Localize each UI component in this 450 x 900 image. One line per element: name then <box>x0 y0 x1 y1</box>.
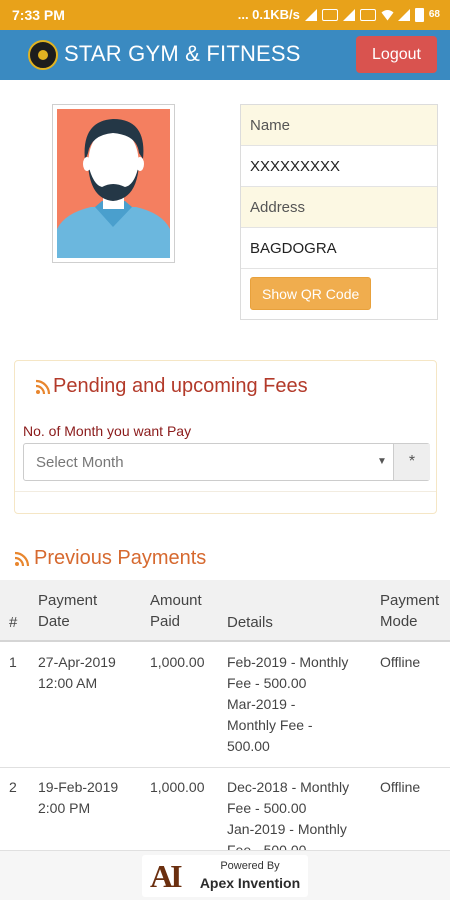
name-value: XXXXXXXXX <box>241 146 437 187</box>
required-addon: * <box>393 444 430 480</box>
battery-icon <box>414 7 424 22</box>
row-amount: 1,000.00 <box>150 779 205 795</box>
show-qr-code-button[interactable]: Show QR Code <box>250 277 372 310</box>
logout-button[interactable]: Logout <box>356 36 437 73</box>
volte-icon <box>321 8 338 21</box>
apex-logo-icon: AI <box>150 858 183 894</box>
table-row: 2 19-Feb-2019 2:00 PM 1,000.00 Dec-2018 … <box>0 768 450 850</box>
status-icons: ... 0.1KB/s 68 <box>238 7 440 22</box>
row-details-line: Feb-2019 - Monthly <box>227 654 349 670</box>
gym-logo-icon <box>28 40 58 70</box>
rss-icon <box>14 551 30 567</box>
row-index: 1 <box>9 654 17 670</box>
battery-level: 68 <box>428 9 440 20</box>
col-payment-date: Payment Date <box>38 592 98 630</box>
select-month-dropdown[interactable]: Select Month ▼ * <box>23 443 430 481</box>
row-details-line: Fee - 500.00 <box>227 842 307 850</box>
address-label: Address <box>241 187 437 228</box>
table-row: 1 27-Apr-2019 12:00 AM 1,000.00 Feb-2019… <box>0 644 450 768</box>
network-speed: ... 0.1KB/s <box>237 7 300 22</box>
row-time: 2:00 PM <box>38 800 91 816</box>
avatar <box>57 109 170 258</box>
powered-by-text: Powered By <box>220 860 280 872</box>
status-bar: 7:33 PM ... 0.1KB/s 68 <box>0 0 450 30</box>
row-details-line: Monthly Fee - <box>227 717 313 733</box>
row-details-line: 500.00 <box>227 738 270 754</box>
pending-fees-heading: Pending and upcoming Fees <box>35 375 308 398</box>
powered-by-badge[interactable]: AI Powered By Apex Invention <box>142 855 308 897</box>
previous-payments-heading: Previous Payments <box>14 547 206 570</box>
signal-icon-3 <box>397 8 410 21</box>
footer: AI Powered By Apex Invention <box>0 850 450 900</box>
row-details-line: Jan-2019 - Monthly <box>227 821 347 837</box>
previous-payments-title: Previous Payments <box>34 547 207 569</box>
chevron-down-icon: ▼ <box>377 456 387 467</box>
row-mode: Offline <box>380 779 421 795</box>
select-month-value: Select Month <box>36 454 124 471</box>
row-details-line: Fee - 500.00 <box>227 800 307 816</box>
col-details: Details <box>227 614 273 631</box>
rss-icon <box>35 379 51 395</box>
app-bar: STAR GYM & FITNESS Logout <box>0 30 450 80</box>
address-value: BAGDOGRA <box>241 228 437 269</box>
avatar-illustration <box>57 119 170 258</box>
row-mode: Offline <box>380 654 421 670</box>
row-amount: 1,000.00 <box>150 654 205 670</box>
months-label: No. of Month you want Pay <box>23 423 192 439</box>
app-title: STAR GYM & FITNESS <box>64 41 301 66</box>
table-header: # Payment Date Amount Paid Details Payme… <box>0 580 450 642</box>
row-date: 27-Apr-2019 <box>38 654 116 670</box>
signal-icon-2 <box>342 8 355 21</box>
row-details-line: Dec-2018 - Monthly <box>227 779 350 795</box>
row-index: 2 <box>9 779 17 795</box>
member-info-table: Name XXXXXXXXX Address BAGDOGRA Show QR … <box>240 104 438 320</box>
col-index: # <box>9 614 18 631</box>
wifi-icon <box>381 9 394 21</box>
profile-photo <box>52 104 175 263</box>
col-amount-paid: Amount Paid <box>150 592 202 630</box>
signal-icon <box>304 8 317 21</box>
pending-fees-title: Pending and upcoming Fees <box>53 375 308 397</box>
col-payment-mode: Payment Mode <box>380 592 440 630</box>
payments-table: # Payment Date Amount Paid Details Payme… <box>0 580 450 850</box>
panel-divider <box>15 491 436 492</box>
name-label: Name <box>241 105 437 146</box>
status-time: 7:33 PM <box>12 7 65 23</box>
row-details-line: Fee - 500.00 <box>227 675 307 691</box>
row-time: 12:00 AM <box>38 675 98 691</box>
pending-fees-panel: Pending and upcoming Fees No. of Month y… <box>14 360 437 514</box>
company-name: Apex Invention <box>199 875 301 891</box>
row-date: 19-Feb-2019 <box>38 779 119 795</box>
volte-icon-2 <box>359 8 376 21</box>
row-details-line: Mar-2019 - <box>227 696 296 712</box>
qr-button-row: Show QR Code <box>241 269 437 319</box>
